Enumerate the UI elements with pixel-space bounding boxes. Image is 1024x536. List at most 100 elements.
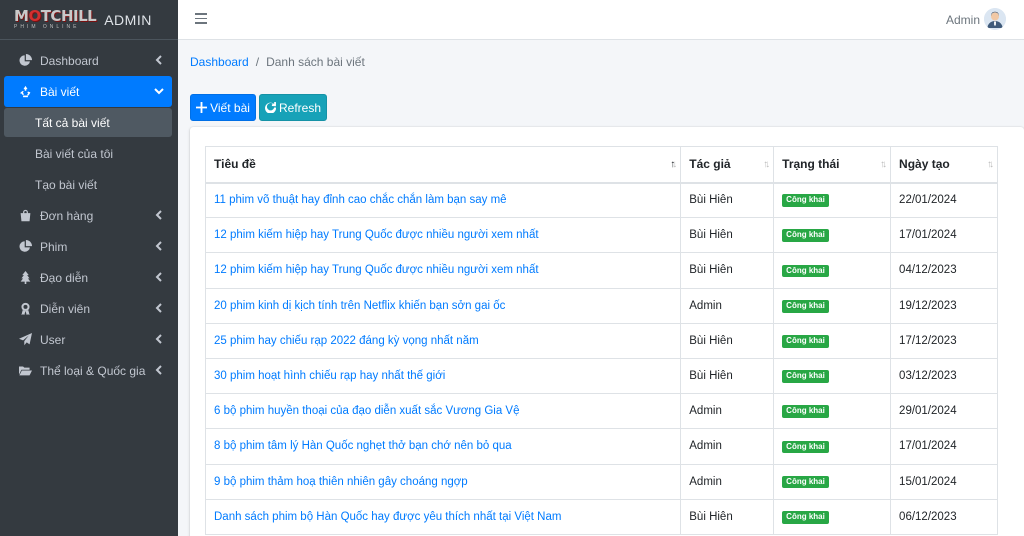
chevron-left-icon: [154, 209, 164, 221]
post-date: 17/01/2024: [890, 428, 998, 465]
post-date: 06/12/2023: [890, 498, 998, 535]
post-title-cell: 12 phim kiếm hiệp hay Trung Quốc được nh…: [204, 252, 682, 289]
topbar: Admin: [178, 0, 1024, 40]
status-badge: Công khai: [782, 229, 829, 243]
chevron-left-icon: [154, 333, 164, 345]
post-title-link[interactable]: Danh sách phim bộ Hàn Quốc hay được yêu …: [214, 511, 561, 523]
post-date: 15/01/2024: [890, 463, 998, 500]
post-status-cell: Công khai: [773, 428, 892, 465]
status-badge: Công khai: [782, 370, 829, 383]
tree-icon: [18, 271, 32, 285]
post-title-cell: 9 bộ phim thảm hoạ thiên nhiên gây choán…: [204, 463, 682, 500]
sidebar-item-don-hang[interactable]: Đơn hàng: [0, 200, 178, 231]
post-title-cell: 20 phim kinh dị kịch tính trên Netflix k…: [204, 287, 682, 324]
sidebar-item-phim[interactable]: Phim: [0, 231, 178, 262]
plus-icon: [196, 102, 208, 113]
posts-card: Tiêu đề ↑↓ Tác giả ↑↓ Trạng thái ↑↓ Ngày tạ…: [190, 127, 1024, 536]
chevron-left-icon: [154, 271, 164, 283]
recycle-icon: [18, 85, 32, 99]
sidebar-subitem-create-post[interactable]: Tạo bài viết: [0, 169, 178, 200]
table-row: 6 bộ phim huyền thoại của đạo diễn xuất …: [204, 393, 998, 430]
chart-pie-icon: [18, 240, 32, 254]
post-date: 17/01/2024: [890, 217, 998, 254]
add-post-button[interactable]: Viết bài: [190, 94, 256, 121]
post-title-link[interactable]: 12 phim kiếm hiệp hay Trung Quốc được nh…: [214, 264, 539, 276]
post-title-link[interactable]: 20 phim kinh dị kịch tính trên Netflix k…: [214, 300, 505, 312]
brand-logo: MOTCHILL PHIM ONLINE: [14, 7, 97, 30]
sort-icon: ↑↓: [987, 159, 994, 170]
post-date: 03/12/2023: [890, 357, 998, 395]
post-author: Admin: [680, 428, 775, 465]
sidebar-item-bai-viet[interactable]: Bài viết: [4, 76, 172, 107]
brand-title: ADMIN: [104, 11, 152, 28]
sidebar-item-dien-vien[interactable]: Diễn viên: [0, 293, 178, 324]
table-row: 9 bộ phim thảm hoạ thiên nhiên gây choán…: [204, 463, 998, 500]
avatar[interactable]: [984, 8, 1006, 30]
post-date: 17/12/2023: [890, 322, 998, 359]
table-row: 20 phim kinh dị kịch tính trên Netflix k…: [204, 287, 998, 324]
post-author: Bùi Hiên: [680, 252, 775, 289]
post-author: Bùi Hiên: [680, 217, 775, 254]
chevron-left-icon: [154, 54, 164, 66]
post-author: Bùi Hiên: [680, 498, 775, 535]
column-header-status[interactable]: Trạng thái ↑↓: [773, 146, 892, 184]
status-badge: Công khai: [782, 405, 829, 419]
post-title-cell: Danh sách phim bộ Hàn Quốc hay được yêu …: [204, 498, 682, 535]
sidebar-item-user[interactable]: User: [0, 324, 178, 355]
table-row: Danh sách phim bộ Hàn Quốc hay được yêu …: [204, 498, 998, 535]
paper-plane-icon: [18, 333, 32, 347]
post-date: 19/12/2023: [890, 287, 998, 324]
post-status-cell: Công khai: [773, 217, 892, 254]
sidebar-item-the-loai-quoc-gia[interactable]: Thể loại & Quốc gia: [0, 355, 178, 386]
table-row: 12 phim kiếm hiệp hay Trung Quốc được nh…: [204, 217, 998, 254]
sidebar-item-dao-dien[interactable]: Đạo diễn: [0, 262, 178, 293]
sidebar-item-dashboard[interactable]: Dashboard: [0, 45, 178, 76]
post-title-cell: 11 phim võ thuật hay đỉnh cao chắc chắn …: [204, 181, 682, 219]
sidebar-subitem-my-posts[interactable]: Bài viết của tôi: [0, 138, 178, 169]
refresh-button[interactable]: Refresh: [259, 94, 327, 121]
chevron-left-icon: [154, 302, 164, 314]
post-title-link[interactable]: 30 phim hoạt hình chiếu rạp hay nhất thế…: [214, 370, 445, 382]
post-author: Admin: [680, 463, 775, 500]
column-header-title[interactable]: Tiêu đề ↑↓: [204, 146, 682, 184]
user-menu-name[interactable]: Admin: [946, 13, 980, 27]
breadcrumb-home-link[interactable]: Dashboard: [190, 55, 249, 69]
sidebar-subitem-all-posts[interactable]: Tất cả bài viết: [4, 108, 172, 137]
brand-link[interactable]: MOTCHILL PHIM ONLINE ADMIN: [0, 0, 178, 40]
post-status-cell: Công khai: [773, 393, 892, 430]
post-title-link[interactable]: 12 phim kiếm hiệp hay Trung Quốc được nh…: [214, 229, 539, 241]
breadcrumb-separator: /: [255, 55, 260, 69]
status-badge: Công khai: [782, 299, 829, 313]
post-title-cell: 30 phim hoạt hình chiếu rạp hay nhất thế…: [204, 357, 682, 395]
chevron-left-icon: [154, 364, 164, 376]
sidebar: MOTCHILL PHIM ONLINE ADMIN Dashboard Bài…: [0, 0, 178, 536]
menu-toggle-icon[interactable]: [195, 13, 207, 25]
table-row: 12 phim kiếm hiệp hay Trung Quốc được nh…: [204, 252, 998, 289]
post-title-link[interactable]: 6 bộ phim huyền thoại của đạo diễn xuất …: [214, 405, 520, 417]
status-badge: Công khai: [782, 475, 829, 489]
post-title-cell: 12 phim kiếm hiệp hay Trung Quốc được nh…: [204, 217, 682, 254]
column-header-author[interactable]: Tác giả ↑↓: [680, 146, 775, 184]
chevron-down-icon: [154, 85, 164, 97]
refresh-icon: [265, 102, 276, 113]
post-date: 29/01/2024: [890, 393, 998, 430]
sort-asc-icon: ↑↓: [670, 159, 677, 170]
post-status-cell: Công khai: [773, 357, 892, 395]
shopping-bag-icon: [18, 209, 32, 223]
post-title-link[interactable]: 25 phim hay chiếu rạp 2022 đáng kỳ vọng …: [214, 335, 479, 347]
column-header-date[interactable]: Ngày tạo ↑↓: [890, 146, 998, 184]
breadcrumb: Dashboard / Danh sách bài viết: [190, 55, 365, 69]
post-status-cell: Công khai: [773, 322, 892, 359]
chevron-left-icon: [154, 240, 164, 252]
post-status-cell: Công khai: [773, 287, 892, 324]
post-title-link[interactable]: 11 phim võ thuật hay đỉnh cao chắc chắn …: [214, 194, 507, 206]
post-title-cell: 25 phim hay chiếu rạp 2022 đáng kỳ vọng …: [204, 322, 682, 359]
post-status-cell: Công khai: [773, 252, 892, 289]
main-content: Dashboard / Danh sách bài viết Viết bài …: [178, 40, 1024, 536]
folder-open-icon: [18, 364, 32, 378]
post-title-link[interactable]: 8 bộ phim tâm lý Hàn Quốc nghẹt thở bạn …: [214, 440, 512, 452]
status-badge: Công khai: [782, 334, 829, 348]
post-title-link[interactable]: 9 bộ phim thảm hoạ thiên nhiên gây choán…: [214, 476, 468, 488]
post-author: Bùi Hiên: [680, 181, 775, 219]
post-date: 04/12/2023: [890, 252, 998, 289]
